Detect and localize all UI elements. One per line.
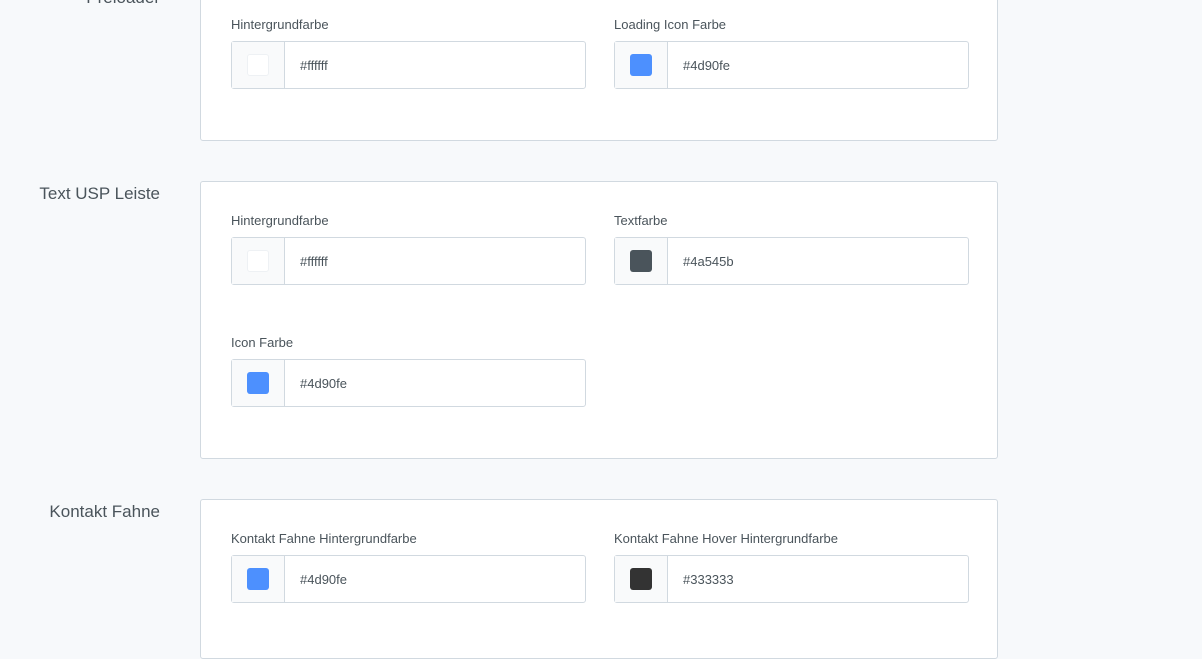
field-label: Kontakt Fahne Hover Hintergrundfarbe: [614, 531, 839, 546]
section-title-kontakt-fahne: Kontakt Fahne: [49, 502, 160, 521]
section-title-text-usp-leiste: Text USP Leiste: [39, 184, 160, 203]
hex-color-input[interactable]: [668, 556, 968, 602]
color-picker: [614, 41, 969, 89]
field-usp-text-color: Textfarbe: [614, 213, 969, 285]
color-swatch-button[interactable]: [615, 238, 668, 284]
hex-color-input[interactable]: [285, 42, 585, 88]
color-swatch-button[interactable]: [232, 42, 285, 88]
hex-color-input[interactable]: [668, 238, 968, 284]
color-swatch: [630, 568, 652, 590]
color-swatch: [630, 250, 652, 272]
field-preloader-background: Hintergrundfarbe: [231, 17, 586, 89]
field-label: Hintergrundfarbe: [231, 17, 329, 32]
color-picker: [231, 237, 586, 285]
color-picker: [614, 555, 969, 603]
color-swatch: [247, 372, 269, 394]
section-title-preloader: Preloader: [86, 0, 160, 8]
field-preloader-loading-icon-color: Loading Icon Farbe: [614, 17, 969, 89]
color-picker: [231, 359, 586, 407]
field-label: Kontakt Fahne Hintergrundfarbe: [231, 531, 417, 546]
preloader-card: Hintergrundfarbe Loading Icon Farbe: [200, 0, 998, 141]
text-usp-leiste-card: Hintergrundfarbe Textfarbe Icon Farbe: [200, 181, 998, 459]
kontakt-fahne-card: Kontakt Fahne Hintergrundfarbe Kontakt F…: [200, 499, 998, 659]
hex-color-input[interactable]: [668, 42, 968, 88]
hex-color-input[interactable]: [285, 556, 585, 602]
field-label: Textfarbe: [614, 213, 668, 228]
color-picker: [614, 237, 969, 285]
field-kontakt-fahne-background: Kontakt Fahne Hintergrundfarbe: [231, 531, 586, 603]
hex-color-input[interactable]: [285, 238, 585, 284]
color-swatch: [247, 250, 269, 272]
color-swatch-button[interactable]: [232, 238, 285, 284]
color-swatch-button[interactable]: [232, 556, 285, 602]
color-swatch-button[interactable]: [615, 556, 668, 602]
field-label: Loading Icon Farbe: [614, 17, 727, 32]
color-picker: [231, 555, 586, 603]
field-usp-background: Hintergrundfarbe: [231, 213, 586, 285]
hex-color-input[interactable]: [285, 360, 585, 406]
color-swatch: [247, 54, 269, 76]
field-label: Icon Farbe: [231, 335, 294, 350]
field-kontakt-fahne-hover-background: Kontakt Fahne Hover Hintergrundfarbe: [614, 531, 969, 603]
field-usp-icon-color: Icon Farbe: [231, 335, 586, 407]
color-swatch: [630, 54, 652, 76]
field-label: Hintergrundfarbe: [231, 213, 329, 228]
color-swatch-button[interactable]: [232, 360, 285, 406]
color-swatch-button[interactable]: [615, 42, 668, 88]
color-swatch: [247, 568, 269, 590]
color-picker: [231, 41, 586, 89]
